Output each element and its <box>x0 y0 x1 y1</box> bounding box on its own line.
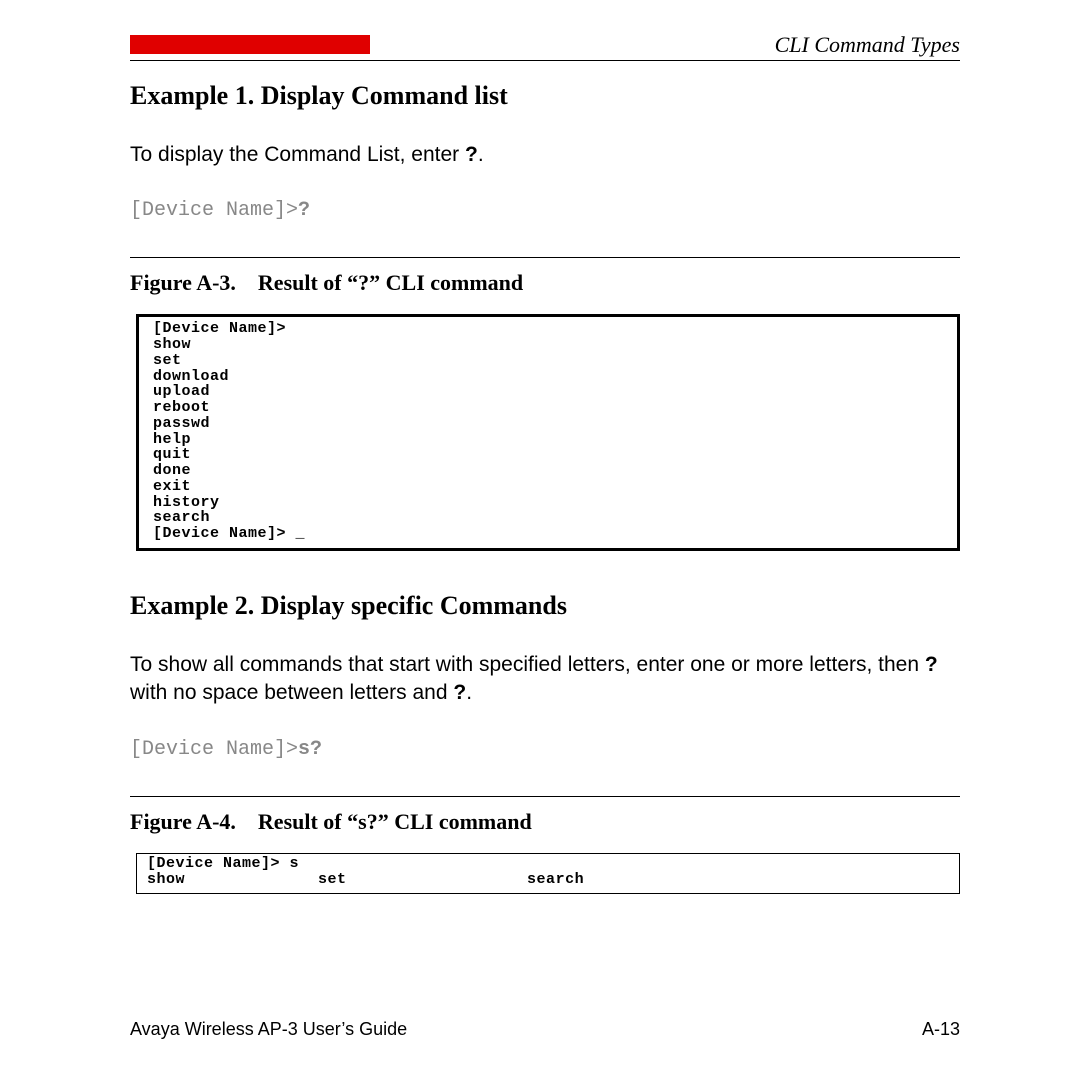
question-mark: ? <box>925 653 938 676</box>
red-block <box>130 35 370 54</box>
figure-a4-title: Result of “s?” CLI command <box>258 809 532 834</box>
header-rule <box>130 60 960 61</box>
question-mark: ? <box>465 143 478 166</box>
figure-a3-rule <box>130 257 960 258</box>
prompt-prefix: [Device Name]> <box>130 199 298 222</box>
example2-body-pre: To show all commands that start with spe… <box>130 653 925 676</box>
footer-left: Avaya Wireless AP-3 User’s Guide <box>130 1019 407 1040</box>
example2-heading: Example 2. Display specific Commands <box>130 591 960 621</box>
figure-a4-num: Figure A-4. <box>130 809 236 834</box>
example2-body-post: . <box>466 681 472 704</box>
figure-a4-rule <box>130 796 960 797</box>
figure-a4-caption: Figure A-4. Result of “s?” CLI command <box>130 809 960 835</box>
topbar: CLI Command Types <box>130 35 960 58</box>
figure-a3-terminal: [Device Name]> show set download upload … <box>136 314 960 551</box>
prompt-cmd: s? <box>298 738 322 761</box>
page: CLI Command Types Example 1. Display Com… <box>0 0 1080 1080</box>
footer-right: A-13 <box>922 1019 960 1040</box>
example2-prompt: [Device Name]>s? <box>130 738 960 761</box>
figure-a3-title: Result of “?” CLI command <box>258 270 523 295</box>
section-title: CLI Command Types <box>775 32 960 58</box>
example2-body-mid: with no space between letters and <box>130 681 453 704</box>
footer: Avaya Wireless AP-3 User’s Guide A-13 <box>130 1019 960 1040</box>
example1-heading: Example 1. Display Command list <box>130 81 960 111</box>
example1-body: To display the Command List, enter ?. <box>130 141 960 169</box>
prompt-cmd: ? <box>298 199 310 222</box>
figure-a4-terminal: [Device Name]> s show set search <box>136 853 960 894</box>
example2-body: To show all commands that start with spe… <box>130 651 960 708</box>
example1-body-post: . <box>478 143 484 166</box>
question-mark: ? <box>453 681 466 704</box>
figure-a3-num: Figure A-3. <box>130 270 236 295</box>
example1-prompt: [Device Name]>? <box>130 199 960 222</box>
example1-body-pre: To display the Command List, enter <box>130 143 465 166</box>
prompt-prefix: [Device Name]> <box>130 738 298 761</box>
figure-a3-caption: Figure A-3. Result of “?” CLI command <box>130 270 960 296</box>
